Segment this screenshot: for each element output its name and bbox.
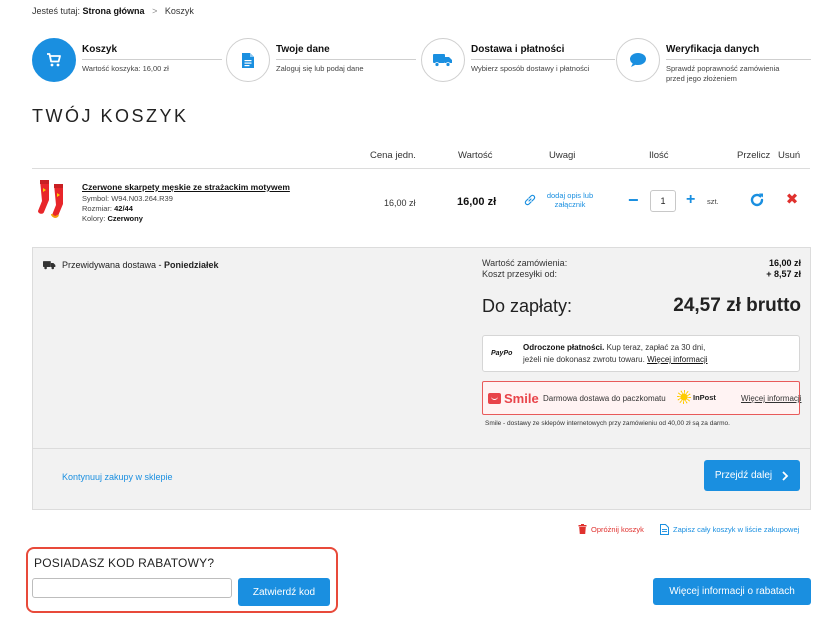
trash-icon [578,524,587,534]
remove-item-icon[interactable]: ✖ [783,191,801,209]
product-image[interactable] [36,178,70,222]
quantity-decrease-button[interactable]: − [628,190,642,210]
order-value: 16,00 zł [768,258,801,268]
step-your-data: Twoje dane Zaloguj się lub podaj dane [226,38,416,90]
discount-code-box: POSIADASZ KOD RABATOWY? Zatwierdź kod [26,547,338,613]
discount-title: POSIADASZ KOD RABATOWY? [34,556,215,570]
chevron-right-icon [782,470,789,481]
product-value: 16,00 zł [457,196,497,208]
step-cart: Koszyk Wartość koszyka: 16,00 zł [32,38,222,90]
step-title: Twoje dane [276,44,330,55]
product-symbol: Symbol: W94.N03.264.R39 [82,194,173,203]
discount-code-input[interactable] [32,578,232,598]
inpost-logo: InPost [677,390,716,404]
product-unit-price: 16,00 zł [384,198,416,208]
summary-divider [32,448,811,449]
cart-icon [32,38,76,82]
breadcrumb-current: Koszyk [164,6,194,16]
breadcrumb-home-link[interactable]: Strona główna [83,6,145,16]
refresh-icon[interactable] [748,191,766,209]
smile-logo: Smile [488,391,539,406]
quantity-input[interactable]: 1 [650,190,676,212]
column-remove: Usuń [778,150,801,161]
quantity-increase-button[interactable]: + [686,190,700,210]
product-color: Kolory: Czerwony [82,214,143,223]
step-divider [471,59,615,60]
paypo-logo: PayPo [491,350,513,357]
document-icon [660,524,669,535]
summary-panel [32,247,811,510]
smile-banner: Smile Darmowa dostawa do paczkomatu InPo… [482,381,801,415]
document-icon [226,38,270,82]
chat-icon [616,38,660,82]
breadcrumb-separator: > [152,6,158,16]
step-delivery-payment: Dostawa i płatności Wybierz sposób dosta… [421,38,615,90]
empty-cart-link[interactable]: Opróżnij koszyk [578,524,644,534]
total-label: Do zapłaty: [482,296,573,316]
column-quantity: Ilość [649,150,669,161]
step-divider [666,59,811,60]
truck-icon [421,38,465,82]
column-recalculate: Przelicz [737,150,771,161]
quantity-unit: szt. [707,197,719,206]
shipping-label: Koszt przesyłki od: [482,269,558,279]
discount-info-button[interactable]: Więcej informacji o rabatach [653,578,811,605]
page-title: TWÓJ KOSZYK [32,106,189,126]
truck-icon [43,261,56,270]
column-remarks: Uwagi [549,150,576,161]
order-value-label: Wartość zamówienia: [482,258,568,268]
paypo-banner: PayPo Odroczone płatności. Kup teraz, za… [482,335,800,372]
column-unit-price: Cena jedn. [370,150,416,161]
breadcrumb-prefix: Jesteś tutaj: [32,6,81,16]
step-subtitle: Wybierz sposób dostawy i płatności [471,64,590,73]
apply-discount-button[interactable]: Zatwierdź kod [238,578,330,606]
save-to-list-link[interactable]: Zapisz cały koszyk w liście zakupowej [660,524,799,535]
step-divider [82,59,222,60]
breadcrumb: Jesteś tutaj: Strona główna > Koszyk [32,6,194,16]
total-value: 24,57 zł brutto [673,295,801,316]
step-subtitle: Sprawdź poprawność zamówienia przed jego … [666,64,780,83]
product-name-link[interactable]: Czerwone skarpety męskie ze strażackim m… [82,182,290,192]
step-subtitle: Wartość koszyka: 16,00 zł [82,64,169,73]
next-step-button[interactable]: Przejdź dalej [704,460,800,491]
column-value: Wartość [458,150,493,161]
step-title: Koszyk [82,44,118,55]
paypo-text: Odroczone płatności. Kup teraz, zapłać z… [523,343,708,364]
step-divider [276,59,416,60]
smile-more-link[interactable]: Więcej informacji [741,394,801,403]
step-verification: Weryfikacja danych Sprawdź poprawność za… [616,38,811,90]
smile-text: Darmowa dostawa do paczkomatu [543,394,666,403]
table-header-divider [32,168,810,169]
paypo-more-link[interactable]: Więcej informacji [647,355,707,364]
shipping-value: + 8,57 zł [766,269,801,279]
step-title: Weryfikacja danych [666,44,760,55]
link-icon[interactable] [524,194,536,206]
expected-delivery: Przewidywana dostawa - Poniedziałek [43,260,219,270]
product-size: Rozmiar: 42/44 [82,204,133,213]
step-subtitle: Zaloguj się lub podaj dane [276,64,364,73]
add-remark-link[interactable]: dodaj opis lub załącznik [538,191,602,209]
step-title: Dostawa i płatności [471,44,565,55]
continue-shopping-link[interactable]: Kontynuuj zakupy w sklepie [62,472,173,482]
smile-note: Smile - dostawy ze sklepów internetowych… [485,420,730,427]
